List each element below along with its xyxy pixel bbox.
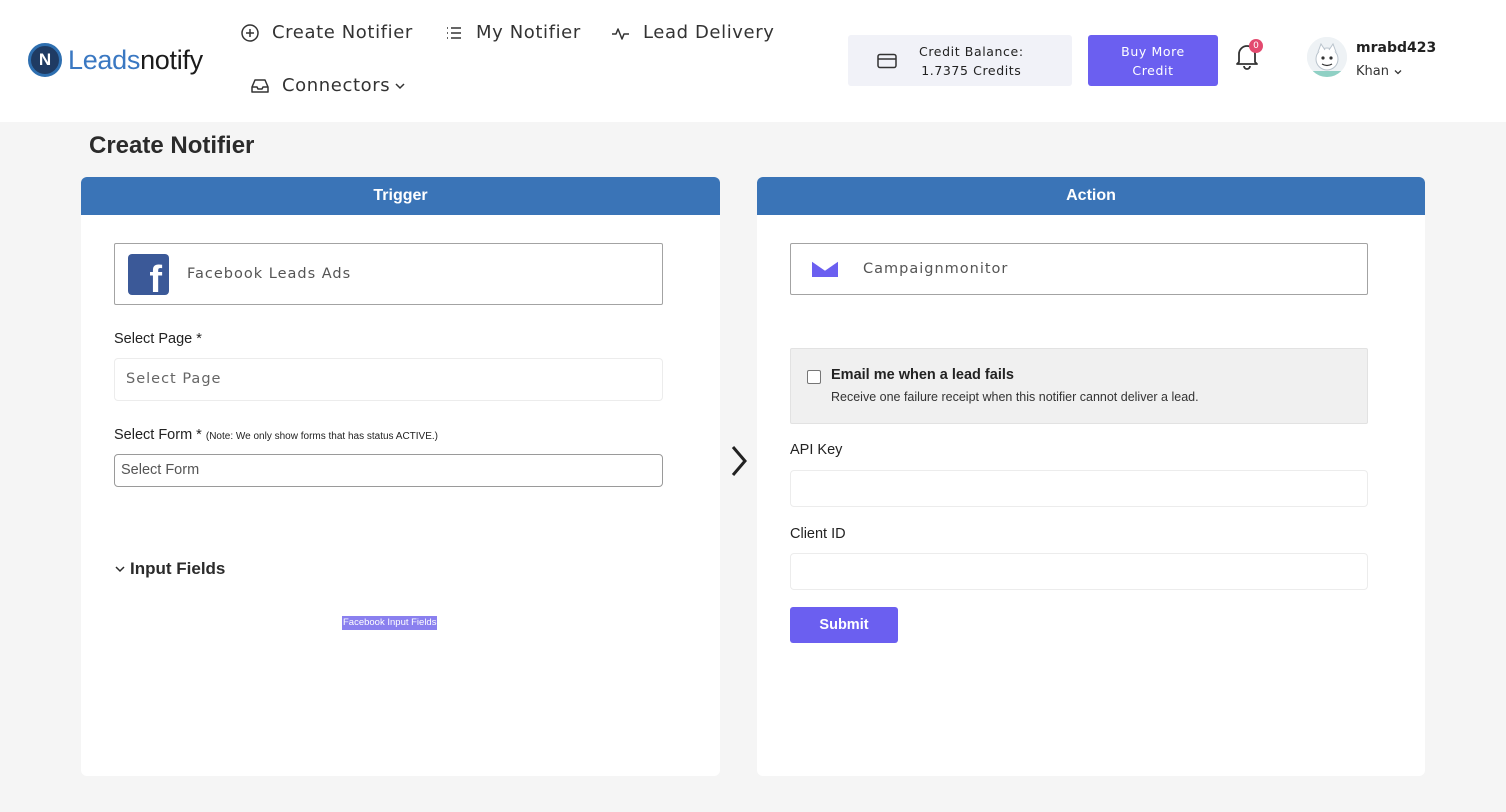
buy-button-line1: Buy More xyxy=(1121,43,1185,59)
client-id-label: Client ID xyxy=(790,526,846,542)
nav-my-notifier-label: My Notifier xyxy=(476,22,581,43)
action-panel: Action Campaignmonitor Email me when a l… xyxy=(757,177,1425,776)
top-header: Leadsnotify Create Notifier My Notifier … xyxy=(0,0,1506,122)
campaignmonitor-logo-icon xyxy=(811,260,839,277)
select-form-label-text: Select Form * xyxy=(114,427,202,443)
action-app-name: Campaignmonitor xyxy=(863,261,1009,277)
trigger-app-selector[interactable]: f Facebook Leads Ads xyxy=(114,243,663,305)
user-avatar[interactable] xyxy=(1307,37,1347,77)
trigger-app-name: Facebook Leads Ads xyxy=(187,266,352,282)
credit-card-icon xyxy=(877,53,897,68)
select-form-label: Select Form * (Note: We only show forms … xyxy=(114,427,438,443)
nav-create-notifier-label: Create Notifier xyxy=(272,22,413,43)
nav-my-notifier[interactable]: My Notifier xyxy=(444,22,581,43)
avatar-image xyxy=(1307,37,1347,77)
nav-connectors[interactable]: Connectors xyxy=(250,75,406,96)
credit-balance-value: 1.7375 Credits xyxy=(921,62,1022,78)
notifications-button[interactable]: 0 xyxy=(1234,39,1263,72)
credit-balance-label: Credit Balance: xyxy=(919,43,1024,59)
buy-more-credit-button[interactable]: Buy More Credit xyxy=(1088,35,1218,86)
leadsnotify-logo[interactable]: Leadsnotify xyxy=(28,43,203,77)
failure-email-title: Email me when a lead fails xyxy=(831,367,1014,383)
nav-lead-delivery[interactable]: Lead Delivery xyxy=(611,22,774,43)
chevron-down-icon xyxy=(115,566,125,573)
failure-email-checkbox[interactable] xyxy=(807,370,821,384)
input-fields-label: Input Fields xyxy=(130,559,226,578)
select-form-note: (Note: We only show forms that has statu… xyxy=(205,431,438,442)
failure-email-option: Email me when a lead fails Receive one f… xyxy=(790,348,1368,424)
buy-button-line2: Credit xyxy=(1132,62,1174,78)
user-last-name: Khan xyxy=(1356,64,1389,79)
input-fields-toggle[interactable]: Input Fields xyxy=(114,559,225,579)
activity-icon xyxy=(612,27,629,40)
notification-count-badge: 0 xyxy=(1249,39,1263,53)
list-icon xyxy=(447,26,461,39)
nav-lead-delivery-label: Lead Delivery xyxy=(643,22,775,43)
logo-text: Leadsnotify xyxy=(68,45,203,76)
page-title: Create Notifier xyxy=(89,132,255,159)
client-id-input[interactable] xyxy=(790,553,1368,590)
trigger-panel: Trigger f Facebook Leads Ads Select Page… xyxy=(81,177,720,776)
nav-create-notifier[interactable]: Create Notifier xyxy=(240,22,413,43)
select-page-label: Select Page * xyxy=(114,331,202,347)
select-page-dropdown[interactable]: Select Page xyxy=(114,358,663,401)
select-form-dropdown[interactable]: Select Form xyxy=(114,454,663,487)
nav-connectors-label: Connectors xyxy=(282,75,391,96)
chevron-right-icon xyxy=(731,446,747,476)
trigger-panel-header: Trigger xyxy=(81,177,720,215)
inbox-icon xyxy=(251,78,269,93)
credit-balance-text: Credit Balance: 1.7375 Credits xyxy=(919,42,1024,80)
failure-email-description: Receive one failure receipt when this no… xyxy=(831,390,1199,404)
api-key-input[interactable] xyxy=(790,470,1368,507)
action-app-selector[interactable]: Campaignmonitor xyxy=(790,243,1368,295)
chevron-down-icon xyxy=(1394,69,1402,74)
user-menu-toggle[interactable]: Khan xyxy=(1356,64,1403,79)
logo-text-part1: Leads xyxy=(68,44,141,75)
chevron-down-icon xyxy=(395,82,405,89)
plus-circle-icon xyxy=(241,23,259,42)
action-panel-header: Action xyxy=(757,177,1425,215)
submit-button[interactable]: Submit xyxy=(790,607,898,643)
user-name: mrabd423 xyxy=(1356,40,1437,56)
facebook-logo-icon: f xyxy=(128,253,169,299)
credit-balance: Credit Balance: 1.7375 Credits xyxy=(848,35,1072,86)
logo-text-part2: notify xyxy=(140,44,203,75)
facebook-input-fields-tag: Facebook Input Fields xyxy=(342,616,438,630)
api-key-label: API Key xyxy=(790,442,843,458)
logo-icon xyxy=(28,43,62,77)
